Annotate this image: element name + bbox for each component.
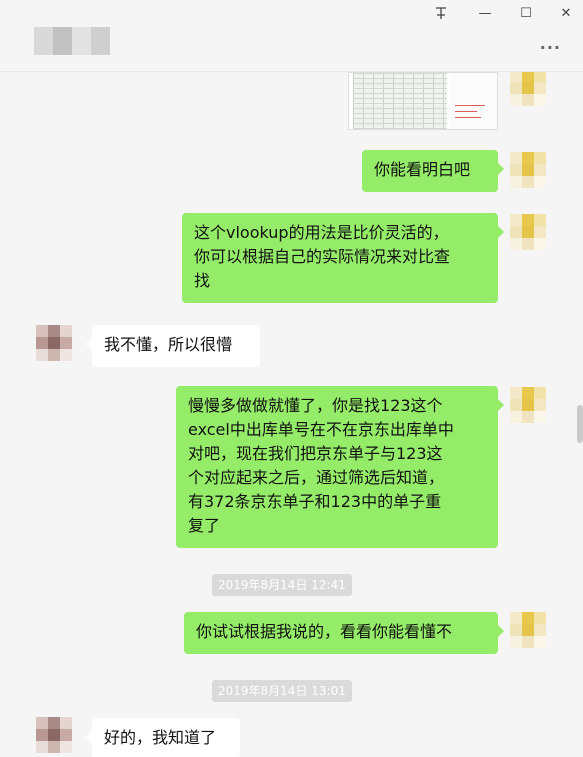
message-text: 你试试根据我说的，看看你能看懂不 (196, 622, 453, 641)
timestamp: 2019年8月14日 13:01 (212, 680, 352, 702)
my-avatar[interactable] (510, 152, 546, 188)
scrollbar-thumb[interactable] (577, 405, 583, 443)
close-button[interactable]: ✕ (553, 2, 579, 24)
message-line: excel中出库单号在不在京东出库单中 (188, 420, 454, 439)
message-line: 个对应起来之后，通过筛选后知道， (188, 468, 445, 487)
maximize-button[interactable]: ☐ (513, 2, 539, 24)
message-line: 找 (194, 271, 211, 290)
image-message[interactable] (348, 72, 498, 130)
chat-message-area[interactable]: 你能看明白吧 这个vlookup的用法是比价灵活的， 你可以根据自己的实际情况来… (0, 72, 583, 757)
message-line: 对吧，现在我们把京东单子与123这 (188, 444, 443, 463)
message-line: 慢慢多做做就懂了，你是找123这个 (188, 396, 443, 415)
thumbnail-side-panel (449, 73, 497, 129)
my-avatar[interactable] (510, 612, 546, 648)
contact-avatar[interactable] (36, 717, 72, 753)
message-line: 有372条京东单子和123中的单子重 (188, 492, 442, 511)
message-text: 好的，我知道了 (104, 728, 217, 747)
message-text: 我不懂，所以很懵 (104, 335, 233, 354)
message-line: 复了 (188, 516, 221, 535)
my-avatar[interactable] (510, 387, 546, 423)
contact-avatar[interactable] (36, 325, 72, 361)
message-bubble-sent[interactable]: 你能看明白吧 (362, 150, 504, 192)
pin-icon[interactable] (428, 2, 454, 24)
my-avatar[interactable] (510, 72, 546, 106)
message-bubble-sent[interactable]: 这个vlookup的用法是比价灵活的， 你可以根据自己的实际情况来对比查 找 (182, 213, 504, 303)
message-bubble-sent[interactable]: 慢慢多做做就懂了，你是找123这个 excel中出库单号在不在京东出库单中 对吧… (176, 386, 504, 548)
message-line: 你可以根据自己的实际情况来对比查 (194, 247, 451, 266)
message-bubble-sent[interactable]: 你试试根据我说的，看看你能看懂不 (184, 612, 504, 654)
minimize-button[interactable]: — (472, 2, 498, 24)
message-line: 这个vlookup的用法是比价灵活的， (194, 223, 449, 242)
contact-name-blurred (34, 27, 110, 55)
my-avatar[interactable] (510, 214, 546, 250)
spreadsheet-thumbnail (353, 73, 447, 129)
timestamp: 2019年8月14日 12:41 (212, 574, 352, 596)
message-bubble-received[interactable]: 好的，我知道了 (86, 718, 240, 757)
message-text: 你能看明白吧 (374, 160, 471, 179)
title-bar: — ☐ ✕ ··· (0, 0, 583, 72)
more-options-button[interactable]: ··· (540, 38, 561, 57)
message-bubble-received[interactable]: 我不懂，所以很懵 (86, 325, 260, 367)
